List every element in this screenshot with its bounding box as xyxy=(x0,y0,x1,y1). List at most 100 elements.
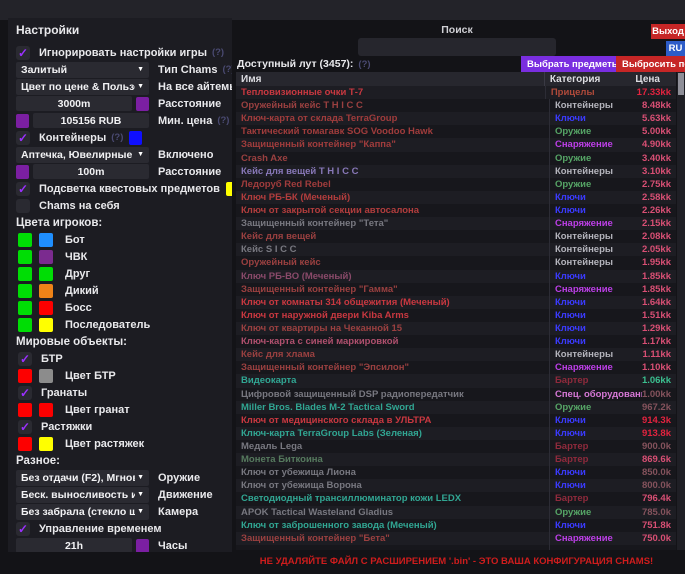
table-row[interactable]: Ключ-карта TerraGroup Labs (Зеленая)Ключ… xyxy=(236,427,676,440)
table-row[interactable]: Оружейный кейсКонтейнеры1.95kk xyxy=(236,256,676,269)
world-color-swatch-2[interactable] xyxy=(39,369,53,383)
item-name: Тактический томагавк SOG Voodoo Hawk xyxy=(236,125,550,138)
containers-color-swatch[interactable] xyxy=(129,131,142,145)
table-row[interactable]: Ключ от убежища ЛионаКлючи850.0k xyxy=(236,466,676,479)
help-icon[interactable]: (?) xyxy=(217,115,229,126)
table-row[interactable]: Медаль LegaБартер900.0k xyxy=(236,440,676,453)
player-color-swatch-2[interactable] xyxy=(39,301,53,315)
column-name[interactable]: Имя xyxy=(236,72,545,86)
player-color-swatch-2[interactable] xyxy=(39,250,53,264)
table-row[interactable]: Ключ от закрытой секции автосалонаКлючи2… xyxy=(236,204,676,217)
table-row[interactable]: Защищенный контейнер "Гамма"Снаряжение1.… xyxy=(236,283,676,296)
language-button[interactable]: RU xyxy=(666,41,685,56)
chams-self-checkbox[interactable]: ✓ xyxy=(16,199,30,213)
table-row[interactable]: Ключ от квартиры на Чеканной 15Ключи1.29… xyxy=(236,322,676,335)
table-row[interactable]: Цифровой защищенный DSP радиопередатчикС… xyxy=(236,388,676,401)
hours-input[interactable] xyxy=(16,538,132,552)
table-row[interactable]: Ключ-карта с синей маркировкойКлючи1.17k… xyxy=(236,335,676,348)
item-category: Ключи xyxy=(550,204,642,217)
container-distance-input[interactable] xyxy=(33,164,149,179)
quest-highlight-color-swatch[interactable] xyxy=(226,182,232,196)
table-row[interactable]: Miller Bros. Blades M-2 Tactical SwordОр… xyxy=(236,401,676,414)
weapon-dropdown[interactable]: Без отдачи (F2), Мгновенное п ▼ xyxy=(16,470,149,486)
camera-dropdown[interactable]: Без забрала (стекло шлема) ▼ xyxy=(16,504,149,520)
table-row[interactable]: Кейс для вещей T H I C CКонтейнеры3.10kk xyxy=(236,165,676,178)
table-row[interactable]: Кейс для хламаКонтейнеры1.11kk xyxy=(236,348,676,361)
table-row[interactable]: Кейс для вещейКонтейнеры2.08kk xyxy=(236,230,676,243)
table-row[interactable]: Кейс S I C CКонтейнеры2.05kk xyxy=(236,243,676,256)
distance-color-swatch[interactable] xyxy=(136,97,149,111)
player-color-swatch-1[interactable] xyxy=(18,318,32,332)
player-color-swatch-2[interactable] xyxy=(39,284,53,298)
quest-highlight-checkbox[interactable]: ✓ xyxy=(16,182,30,196)
min-price-color-swatch[interactable] xyxy=(16,114,29,128)
help-icon[interactable]: (?) xyxy=(111,132,123,143)
table-row[interactable]: Монета БиткоинаБартер869.6k xyxy=(236,453,676,466)
table-row[interactable]: Ключ от медицинского склада в УЛЬТРАКлюч… xyxy=(236,414,676,427)
world-color-label: Цвет БТР xyxy=(65,370,116,382)
time-control-checkbox[interactable]: ✓ xyxy=(16,522,30,536)
table-row[interactable]: Защищенный контейнер "Эпсилон"Снаряжение… xyxy=(236,361,676,374)
table-row[interactable]: Светодиодный трансиллюминатор кожи LEDXБ… xyxy=(236,492,676,505)
table-row[interactable]: Защищенный контейнер "Каппа"Снаряжение4.… xyxy=(236,138,676,151)
min-price-input[interactable] xyxy=(33,113,149,128)
containers-checkbox[interactable]: ✓ xyxy=(16,131,30,145)
table-row[interactable]: Тепловизионные очки Т-7Прицелы17.33kk xyxy=(236,86,676,99)
container-filter-dropdown[interactable]: Аптечка, Ювелирные и... ▼ xyxy=(16,147,149,163)
table-row[interactable] xyxy=(236,545,676,550)
table-row[interactable]: Защищенный контейнер "Бета"Снаряжение750… xyxy=(236,532,676,545)
player-color-swatch-2[interactable] xyxy=(39,318,53,332)
table-row[interactable]: Оружейный кейс T H I C CКонтейнеры8.48kk xyxy=(236,99,676,112)
player-color-swatch-1[interactable] xyxy=(18,250,32,264)
hours-color-swatch[interactable] xyxy=(136,539,149,553)
table-scrollbar[interactable] xyxy=(677,72,685,550)
table-row[interactable]: Ключ РБ-ВО (Меченый)Ключи1.85kk xyxy=(236,270,676,283)
color-mode-dropdown[interactable]: Цвет по цене & Пользователь ▼ xyxy=(16,79,149,95)
player-color-swatch-1[interactable] xyxy=(18,233,32,247)
table-row[interactable]: Ключ от наружной двери Kiba ArmsКлючи1.5… xyxy=(236,309,676,322)
container-distance-color-swatch[interactable] xyxy=(16,165,29,179)
item-name: APOK Tactical Wasteland Gladius xyxy=(236,506,550,519)
chams-type-dropdown[interactable]: Залитый ▼ xyxy=(16,62,149,78)
world-color-swatch-2[interactable] xyxy=(39,437,53,451)
table-row[interactable]: Ключ от убежища ВоронаКлючи800.0k xyxy=(236,479,676,492)
table-row[interactable]: APOK Tactical Wasteland GladiusОружие785… xyxy=(236,506,676,519)
column-category[interactable]: Категория xyxy=(545,74,636,85)
player-color-swatch-1[interactable] xyxy=(18,284,32,298)
distance-input[interactable] xyxy=(16,96,132,111)
column-price[interactable]: Цена xyxy=(635,74,676,85)
table-row[interactable]: Crash AxeОружие3.40kk xyxy=(236,152,676,165)
movement-dropdown[interactable]: Беск. выносливость и нет уста ▼ xyxy=(16,487,149,503)
help-icon[interactable]: (?) xyxy=(222,64,232,75)
table-row[interactable]: Защищенный контейнер "Тета"Снаряжение2.1… xyxy=(236,217,676,230)
table-row[interactable]: Ледоруб Red RebelОружие2.75kk xyxy=(236,178,676,191)
table-row[interactable]: Ключ-карта от склада TerraGroupКлючи5.63… xyxy=(236,112,676,125)
world-object-checkbox[interactable]: ✓ xyxy=(18,420,32,434)
loot-count-line: Доступный лут (3457): (?) xyxy=(237,58,371,70)
world-color-swatch-1[interactable] xyxy=(18,437,32,451)
world-object-checkbox[interactable]: ✓ xyxy=(18,352,32,366)
table-row[interactable]: Ключ от комнаты 314 общежития (Меченый)К… xyxy=(236,296,676,309)
world-color-swatch-1[interactable] xyxy=(18,369,32,383)
player-color-swatch-2[interactable] xyxy=(39,233,53,247)
player-color-swatch-1[interactable] xyxy=(18,267,32,281)
player-color-swatch-2[interactable] xyxy=(39,267,53,281)
scrollbar-thumb[interactable] xyxy=(678,73,684,95)
ignore-game-settings-checkbox[interactable]: ✓ xyxy=(16,46,30,60)
world-object-checkbox[interactable]: ✓ xyxy=(18,386,32,400)
world-color-swatch-2[interactable] xyxy=(39,403,53,417)
table-row[interactable]: ВидеокартаБартер1.06kk xyxy=(236,374,676,387)
help-icon[interactable]: (?) xyxy=(358,59,370,70)
chams-self-row: ✓ Chams на себя xyxy=(16,197,227,214)
drop-marked-button[interactable]: Выбросить помеченное xyxy=(616,56,685,72)
player-color-swatch-1[interactable] xyxy=(18,301,32,315)
help-icon[interactable]: (?) xyxy=(212,47,224,58)
camera-value: Без забрала (стекло шлема) xyxy=(21,506,135,518)
table-row[interactable]: Тактический томагавк SOG Voodoo HawkОруж… xyxy=(236,125,676,138)
exit-button[interactable]: Выход xyxy=(651,24,685,39)
table-row[interactable]: Ключ от заброшенного завода (Меченый)Клю… xyxy=(236,519,676,532)
search-input[interactable] xyxy=(358,38,556,56)
table-row[interactable]: Ключ РБ-БК (Меченый)Ключи2.58kk xyxy=(236,191,676,204)
item-category: Бартер xyxy=(550,453,642,466)
world-color-swatch-1[interactable] xyxy=(18,403,32,417)
